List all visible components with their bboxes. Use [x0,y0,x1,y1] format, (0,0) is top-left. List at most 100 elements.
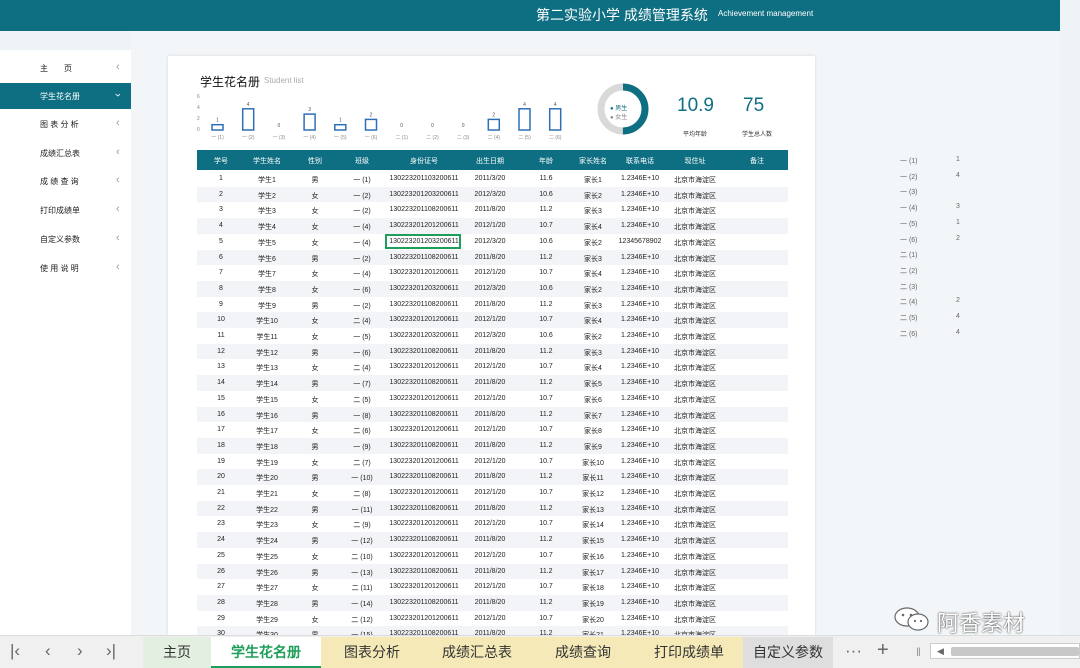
table-cell[interactable]: 3 [219,206,223,213]
table-cell[interactable]: 学生8 [258,285,276,295]
table-cell[interactable]: 一 (2) [353,206,371,216]
table-cell[interactable]: 学生15 [256,395,278,405]
table-cell[interactable]: 2011/8/20 [475,568,506,575]
table-row[interactable]: 2 学生2 女 一 (2) 130223201203200611 2012/3/20 10.… [197,186,788,203]
table-cell[interactable]: 10.6 [539,191,553,198]
sidebar-item[interactable]: 打印成绩单 ‹ [0,197,131,223]
table-cell[interactable]: 26 [217,568,225,575]
table-cell[interactable]: 北京市海淀区 [674,458,716,468]
table-cell[interactable]: 10.7 [539,222,553,229]
table-cell[interactable]: 家长5 [584,379,602,389]
table-cell[interactable]: 10.7 [539,363,553,370]
table-cell[interactable]: 1.2346E+10 [621,191,659,198]
table-cell[interactable]: 130223201108200611 [389,599,458,606]
table-cell[interactable]: 北京市海淀区 [674,473,716,483]
table-cell[interactable]: 男 [312,568,319,578]
table-cell[interactable]: 27 [217,583,225,590]
table-cell[interactable]: 1.2346E+10 [621,395,659,402]
table-cell[interactable]: 2012/1/20 [474,583,505,590]
table-cell[interactable]: 二 (10) [351,552,372,562]
table-cell[interactable]: 9 [219,301,223,308]
table-cell[interactable]: 家长3 [584,254,602,264]
table-cell[interactable]: 10 [217,316,225,323]
table-cell[interactable]: 2012/1/20 [474,222,505,229]
table-cell[interactable]: 16 [217,411,225,418]
table-cell[interactable]: 女 [312,583,319,593]
table-cell[interactable]: 8 [219,285,223,292]
table-cell[interactable]: 130223201201200611 [389,222,459,229]
table-cell[interactable]: 家长19 [582,599,604,609]
table-cell[interactable]: 北京市海淀区 [674,379,716,389]
table-cell[interactable]: 家长17 [582,568,604,578]
table-cell[interactable]: 130223201203200611 [389,332,459,339]
sheet-tab[interactable]: 成绩汇总表 [423,637,531,668]
table-cell[interactable]: 一 (2) [353,191,371,201]
scroll-left-icon[interactable]: ◀ [937,646,944,657]
table-cell[interactable]: 一 (4) [353,269,371,279]
table-cell[interactable]: 学生3 [258,206,276,216]
table-cell[interactable]: 家长3 [584,206,602,216]
table-cell[interactable]: 2012/3/20 [474,238,505,245]
table-cell[interactable]: 北京市海淀区 [674,285,716,295]
selected-cell[interactable] [385,234,461,249]
scrollbar-thumb[interactable] [951,647,1079,656]
table-cell[interactable]: 一 (2) [353,301,371,311]
table-cell[interactable]: 女 [312,489,319,499]
table-cell[interactable]: 二 (6) [353,426,371,436]
table-cell[interactable]: 女 [312,615,319,625]
add-sheet-icon[interactable]: + [877,639,889,662]
table-cell[interactable]: 130223201108200611 [389,254,458,261]
table-row[interactable]: 21 学生21 女 二 (8) 130223201201200611 2012/1/20 1… [197,485,788,501]
table-cell[interactable]: 二 (4) [353,363,371,373]
table-cell[interactable]: 5 [219,238,223,245]
table-cell[interactable]: 23 [217,520,225,527]
table-cell[interactable]: 一 (2) [353,254,371,264]
table-cell[interactable]: 家长4 [584,222,602,232]
table-cell[interactable]: 2 [219,191,223,198]
table-cell[interactable]: 2011/8/20 [475,301,506,308]
table-cell[interactable]: 学生27 [256,583,278,593]
table-row[interactable]: 19 学生19 女 二 (7) 130223201201200611 2012/1/20 1… [197,454,788,470]
table-cell[interactable]: 女 [312,222,319,232]
column-header[interactable]: 年龄 [539,156,553,166]
table-cell[interactable]: 10.7 [539,520,553,527]
table-cell[interactable]: 家长7 [584,411,602,421]
table-cell[interactable]: 4 [219,222,223,229]
table-cell[interactable]: 学生17 [256,426,278,436]
column-header[interactable]: 班级 [355,156,369,166]
table-row[interactable]: 13 学生13 女 二 (4) 130223201201200611 2012/1/20 1… [197,359,788,375]
table-cell[interactable]: 1.2346E+10 [621,269,659,276]
table-cell[interactable]: 男 [312,599,319,609]
sheet-tab[interactable]: 图表分析 [321,637,423,668]
table-cell[interactable]: 11.2 [539,206,552,213]
table-cell[interactable]: 10.6 [539,285,553,292]
table-cell[interactable]: 北京市海淀区 [674,615,716,625]
table-cell[interactable]: 1.2346E+10 [621,363,659,370]
table-cell[interactable]: 家长10 [582,458,604,468]
table-cell[interactable]: 一 (4) [353,222,371,232]
table-row[interactable]: 22 学生22 男 一 (11) 130223201108200611 2011/8/20… [197,500,788,517]
table-cell[interactable]: 10.7 [539,583,553,590]
table-row[interactable]: 15 学生15 女 二 (5) 130223201201200611 2012/1/20 1… [197,391,788,407]
table-cell[interactable]: 2011/8/20 [475,206,506,213]
table-cell[interactable]: 130223201201200611 [389,269,459,276]
table-cell[interactable]: 1.2346E+10 [621,426,659,433]
table-cell[interactable]: 家长4 [584,269,602,279]
table-cell[interactable]: 学生18 [256,442,278,452]
sheet-tab[interactable]: 主页 [143,637,211,668]
table-cell[interactable]: 1.2346E+10 [621,583,659,590]
table-cell[interactable]: 男 [312,175,319,185]
table-row[interactable]: 27 学生27 女 二 (11) 130223201201200611 2012/1/20… [197,579,788,595]
table-cell[interactable]: 2012/1/20 [474,269,505,276]
table-cell[interactable]: 130223201108200611 [389,348,458,355]
table-cell[interactable]: 学生21 [256,489,278,499]
table-cell[interactable]: 一 (4) [353,238,371,248]
table-cell[interactable]: 1.2346E+10 [621,301,659,308]
table-cell[interactable]: 北京市海淀区 [674,238,716,248]
table-row[interactable]: 23 学生23 女 二 (9) 130223201201200611 2012/1/20 1… [197,516,788,532]
table-cell[interactable]: 女 [312,269,319,279]
table-cell[interactable]: 女 [312,238,319,248]
sheet-tab[interactable]: 打印成绩单 [635,637,743,668]
table-cell[interactable]: 北京市海淀区 [674,254,716,264]
table-cell[interactable]: 家长15 [582,536,604,546]
